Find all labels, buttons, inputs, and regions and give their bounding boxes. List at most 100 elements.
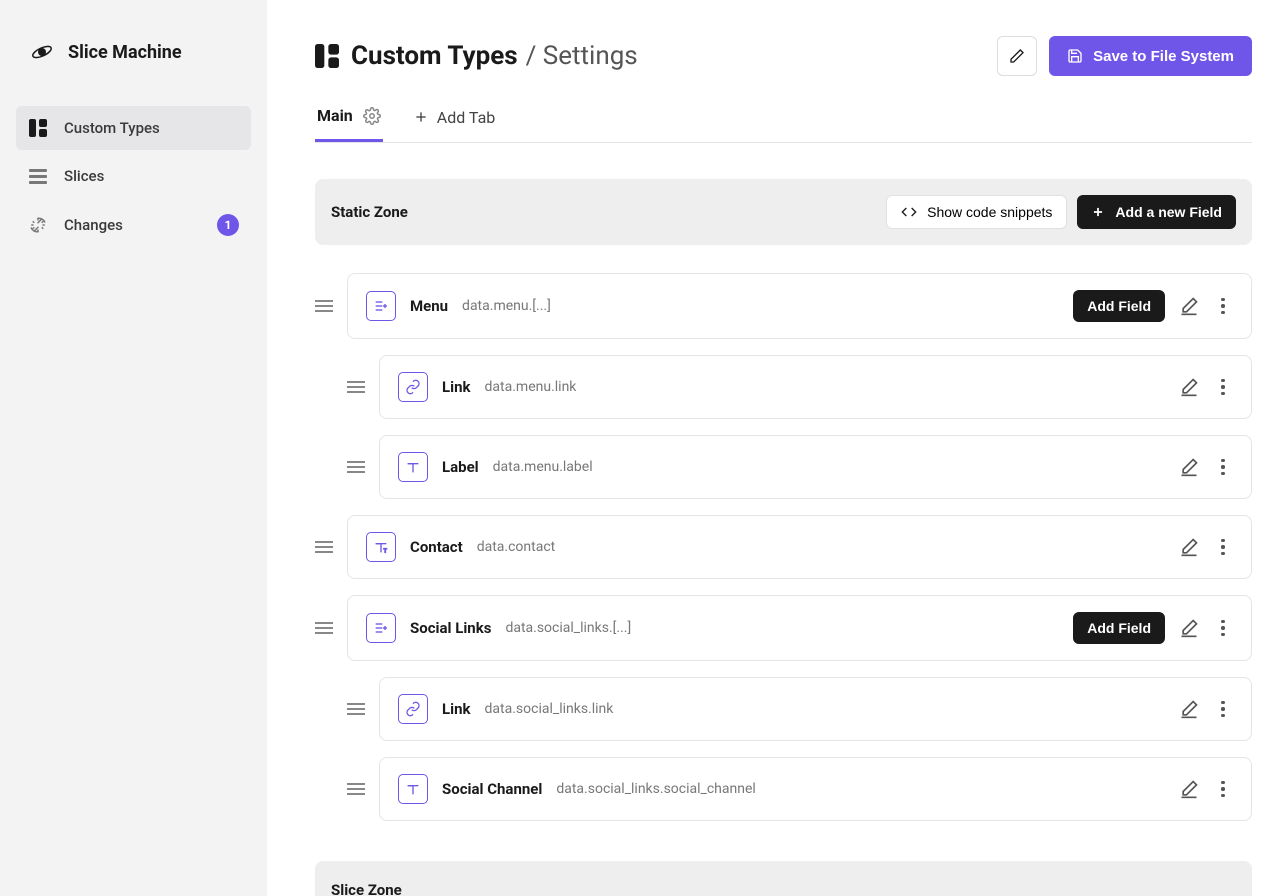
- edit-icon[interactable]: [1179, 618, 1199, 638]
- field-card-social-channel: Social Channel data.social_links.social_…: [379, 757, 1252, 821]
- edit-icon[interactable]: [1179, 699, 1199, 719]
- app-title: Slice Machine: [68, 42, 182, 63]
- field-row-menu: Menu data.menu.[...] Add Field: [315, 273, 1252, 339]
- page-title: Custom Types / Settings: [351, 41, 638, 71]
- edit-icon[interactable]: [1179, 377, 1199, 397]
- add-subfield-button[interactable]: Add Field: [1073, 290, 1165, 322]
- sidebar-item-custom-types[interactable]: Custom Types: [16, 106, 251, 150]
- add-tab-button[interactable]: Add Tab: [411, 98, 498, 141]
- static-zone-header: Static Zone Show code snippets Add a new…: [315, 179, 1252, 245]
- changes-icon: [28, 215, 48, 235]
- drag-handle-icon[interactable]: [347, 780, 365, 798]
- add-tab-label: Add Tab: [437, 108, 496, 127]
- save-icon: [1067, 48, 1083, 64]
- slice-zone-header: Slice Zone: [315, 861, 1252, 896]
- fields-list: Menu data.menu.[...] Add Field: [315, 273, 1252, 821]
- tab-main[interactable]: Main: [315, 96, 383, 142]
- field-card-menu-link: Link data.menu.link: [379, 355, 1252, 419]
- rich-text-field-icon: T: [366, 532, 396, 562]
- sidebar-header: Slice Machine: [0, 0, 267, 106]
- link-field-icon: [398, 372, 428, 402]
- group-field-icon: [366, 291, 396, 321]
- field-card-social-link: Link data.social_links.link: [379, 677, 1252, 741]
- code-icon: [901, 204, 917, 220]
- save-button[interactable]: Save to File System: [1049, 36, 1252, 76]
- add-new-field-button[interactable]: Add a new Field: [1077, 195, 1236, 229]
- group-field-icon: [366, 613, 396, 643]
- edit-icon[interactable]: [1179, 457, 1199, 477]
- gear-icon[interactable]: [363, 107, 381, 125]
- field-api-id: data.menu.[...]: [462, 298, 551, 314]
- breadcrumb-section: Custom Types: [351, 41, 518, 71]
- pencil-icon: [1009, 48, 1025, 64]
- sidebar-nav: Custom Types Slices Changes 1: [0, 106, 267, 248]
- more-menu-icon[interactable]: [1213, 699, 1233, 719]
- sidebar-item-slices[interactable]: Slices: [16, 154, 251, 198]
- show-code-snippets-button[interactable]: Show code snippets: [886, 195, 1067, 229]
- sidebar-item-label: Slices: [64, 167, 104, 185]
- field-row-menu-label: Label data.menu.label: [347, 435, 1252, 499]
- slice-zone-title: Slice Zone: [331, 881, 402, 896]
- field-api-id: data.social_links.link: [485, 701, 614, 717]
- page-header: Custom Types / Settings Save to File Sys…: [315, 36, 1252, 76]
- add-subfield-button[interactable]: Add Field: [1073, 612, 1165, 644]
- tabs: Main Add Tab: [315, 96, 1252, 143]
- static-zone-title: Static Zone: [331, 203, 408, 221]
- custom-types-icon: [28, 118, 48, 138]
- drag-handle-icon[interactable]: [315, 538, 333, 556]
- field-api-id: data.menu.link: [485, 379, 577, 395]
- link-field-icon: [398, 694, 428, 724]
- key-text-field-icon: [398, 452, 428, 482]
- field-row-social-channel: Social Channel data.social_links.social_…: [347, 757, 1252, 821]
- plus-icon: [1091, 205, 1105, 219]
- field-card-social-links: Social Links data.social_links.[...] Add…: [347, 595, 1252, 661]
- field-row-social-links: Social Links data.social_links.[...] Add…: [315, 595, 1252, 661]
- sidebar-item-label: Changes: [64, 216, 123, 234]
- field-label: Contact: [410, 538, 463, 556]
- svg-text:T: T: [384, 548, 388, 554]
- sidebar: Slice Machine Custom Types Slices Change…: [0, 0, 267, 896]
- field-api-id: data.contact: [477, 539, 556, 555]
- drag-handle-icon[interactable]: [315, 619, 333, 637]
- field-label: Social Channel: [442, 780, 542, 798]
- more-menu-icon[interactable]: [1213, 779, 1233, 799]
- field-label: Social Links: [410, 619, 491, 637]
- field-label: Label: [442, 458, 479, 476]
- drag-handle-icon[interactable]: [315, 297, 333, 315]
- sidebar-item-changes[interactable]: Changes 1: [16, 202, 251, 248]
- drag-handle-icon[interactable]: [347, 700, 365, 718]
- changes-badge: 1: [217, 214, 239, 236]
- more-menu-icon[interactable]: [1213, 296, 1233, 316]
- plus-icon: [413, 109, 429, 125]
- edit-name-button[interactable]: [997, 36, 1037, 76]
- field-api-id: data.social_links.social_channel: [556, 781, 755, 797]
- field-api-id: data.menu.label: [493, 459, 593, 475]
- add-new-field-label: Add a new Field: [1115, 204, 1222, 220]
- more-menu-icon[interactable]: [1213, 457, 1233, 477]
- edit-icon[interactable]: [1179, 296, 1199, 316]
- more-menu-icon[interactable]: [1213, 618, 1233, 638]
- key-text-field-icon: [398, 774, 428, 804]
- drag-handle-icon[interactable]: [347, 378, 365, 396]
- field-row-contact: T Contact data.contact: [315, 515, 1252, 579]
- field-row-menu-link: Link data.menu.link: [347, 355, 1252, 419]
- field-api-id: data.social_links.[...]: [505, 620, 631, 636]
- more-menu-icon[interactable]: [1213, 377, 1233, 397]
- slices-icon: [28, 166, 48, 186]
- field-label: Link: [442, 700, 471, 718]
- drag-handle-icon[interactable]: [347, 458, 365, 476]
- custom-types-icon: [315, 44, 339, 68]
- more-menu-icon[interactable]: [1213, 537, 1233, 557]
- field-card-contact: T Contact data.contact: [347, 515, 1252, 579]
- breadcrumb-page: Settings: [543, 41, 638, 71]
- field-card-menu-label: Label data.menu.label: [379, 435, 1252, 499]
- tab-label: Main: [317, 106, 353, 125]
- show-code-snippets-label: Show code snippets: [927, 204, 1052, 220]
- field-label: Link: [442, 378, 471, 396]
- field-label: Menu: [410, 297, 448, 315]
- sidebar-item-label: Custom Types: [64, 119, 160, 137]
- field-row-social-link: Link data.social_links.link: [347, 677, 1252, 741]
- edit-icon[interactable]: [1179, 537, 1199, 557]
- save-button-label: Save to File System: [1093, 48, 1234, 65]
- edit-icon[interactable]: [1179, 779, 1199, 799]
